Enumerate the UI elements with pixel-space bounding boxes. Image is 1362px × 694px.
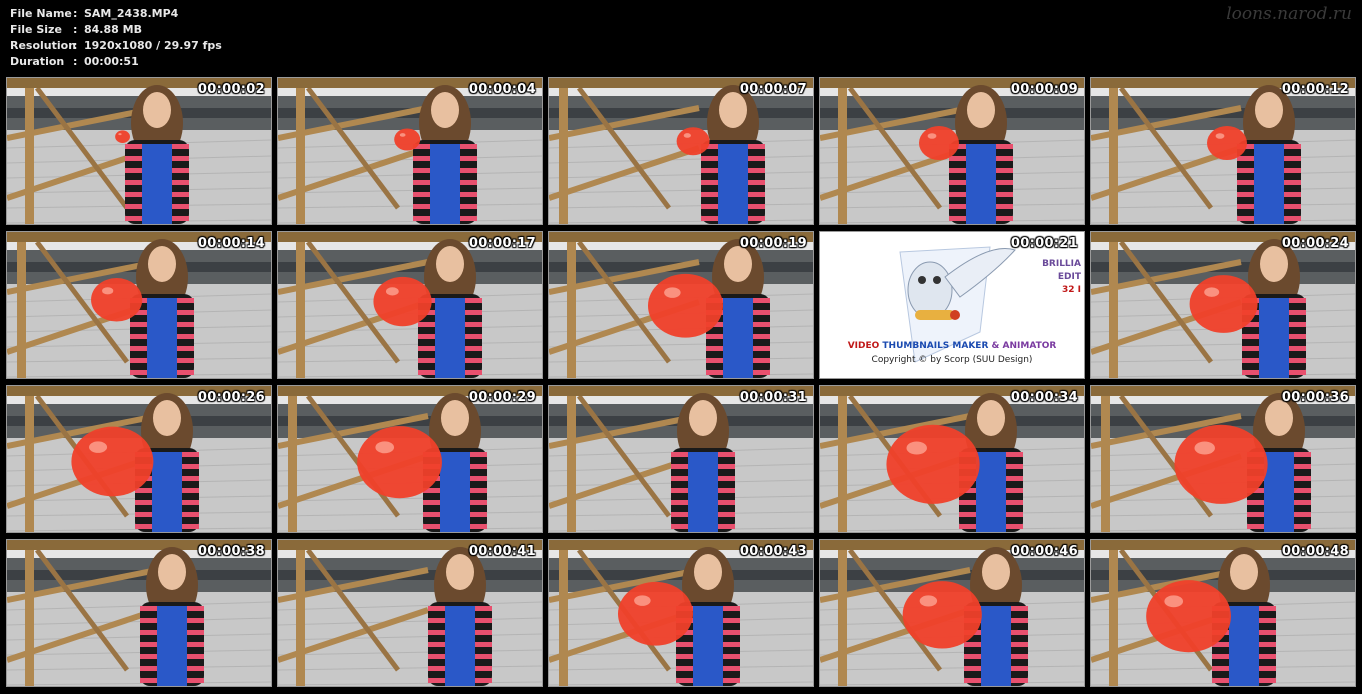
thumbnail-frame[interactable]: 00:00:43 [548, 539, 814, 687]
thumbnail-grid: 00:00:02 00:00:04 00:00:07 00:00:09 00:00:12… [0, 0, 1362, 694]
video-frame-image [549, 540, 813, 686]
thumbnail-frame[interactable]: 00:00:14 [6, 231, 272, 379]
thumbnail-timestamp: 00:00:36 [1281, 390, 1349, 405]
thumbnail-timestamp: 00:00:31 [739, 390, 807, 405]
logo-side-line: BRILLIA [1042, 259, 1081, 269]
thumbnail-timestamp: 00:00:07 [739, 82, 807, 97]
thumbnail-frame[interactable]: 00:00:02 [6, 77, 272, 225]
thumbnail-timestamp: 00:00:26 [197, 390, 265, 405]
thumbnail-timestamp: 00:00:38 [197, 544, 265, 559]
video-frame-image [1091, 78, 1355, 224]
video-frame-image [1091, 540, 1355, 686]
thumbnail-timestamp: 00:00:34 [1010, 390, 1078, 405]
thumbnail-frame[interactable]: 00:00:46 [819, 539, 1085, 687]
thumbnail-timestamp: 00:00:43 [739, 544, 807, 559]
thumbnail-timestamp: 00:00:17 [468, 236, 536, 251]
logo-title-part: THUMBNAILS MAKER [882, 341, 989, 351]
video-frame-image [7, 386, 271, 532]
thumbnail-frame[interactable]: 00:00:07 [548, 77, 814, 225]
video-frame-image [549, 232, 813, 378]
thumbnail-timestamp: 00:00:46 [1010, 544, 1078, 559]
thumbnail-frame[interactable]: 00:00:24 [1090, 231, 1356, 379]
thumbnail-frame[interactable]: 00:00:17 [277, 231, 543, 379]
thumbnail-frame[interactable]: 00:00:38 [6, 539, 272, 687]
logo-title: VIDEO THUMBNAILS MAKER & ANIMATOR [820, 341, 1084, 351]
thumbnail-frame[interactable]: 00:00:04 [277, 77, 543, 225]
video-frame-image [278, 386, 542, 532]
video-frame-image [549, 386, 813, 532]
video-frame-image [7, 78, 271, 224]
video-frame-image [549, 78, 813, 224]
video-frame-image [820, 78, 1084, 224]
video-frame-image [820, 386, 1084, 532]
video-frame-image [1091, 386, 1355, 532]
video-frame-image [278, 78, 542, 224]
thumbnail-timestamp: 00:00:41 [468, 544, 536, 559]
thumbnail-timestamp: 00:00:02 [197, 82, 265, 97]
thumbnail-timestamp: 00:00:12 [1281, 82, 1349, 97]
thumbnail-frame[interactable]: 00:00:26 [6, 385, 272, 533]
thumbnail-timestamp: 00:00:24 [1281, 236, 1349, 251]
thumbnail-frame[interactable]: 00:00:41 [277, 539, 543, 687]
thumbnail-logo-frame[interactable]: VIDEO THUMBNAILS MAKER & ANIMATOR Copyrig… [819, 231, 1085, 379]
logo-side-text: BRILLIA EDIT 32 I [1042, 258, 1081, 297]
logo-title-part: & ANIMATOR [991, 341, 1057, 351]
video-frame-image [1091, 232, 1355, 378]
video-frame-image [7, 540, 271, 686]
thumbnail-frame[interactable]: 00:00:19 [548, 231, 814, 379]
video-frame-image [7, 232, 271, 378]
logo-title-part: VIDEO [847, 341, 880, 351]
thumbnail-frame[interactable]: 00:00:29 [277, 385, 543, 533]
thumbnail-frame[interactable]: 00:00:36 [1090, 385, 1356, 533]
logo-side-line: 32 I [1061, 285, 1081, 295]
logo-copyright: Copyright © by Scorp (SUU Design) [871, 355, 1033, 365]
thumbnail-frame[interactable]: 00:00:12 [1090, 77, 1356, 225]
thumbnail-frame[interactable]: 00:00:34 [819, 385, 1085, 533]
thumbnail-timestamp: 00:00:19 [739, 236, 807, 251]
thumbnail-timestamp: 00:00:48 [1281, 544, 1349, 559]
video-frame-image [278, 232, 542, 378]
thumbnail-timestamp: 00:00:04 [468, 82, 536, 97]
logo-side-line: EDIT [1057, 272, 1081, 282]
thumbnail-timestamp: 00:00:09 [1010, 82, 1078, 97]
thumbnail-timestamp: 00:00:14 [197, 236, 265, 251]
video-frame-image [278, 540, 542, 686]
thumbnail-frame[interactable]: 00:00:09 [819, 77, 1085, 225]
video-frame-image [820, 540, 1084, 686]
thumbnail-timestamp: 00:00:21 [1010, 236, 1078, 251]
thumbnail-frame[interactable]: 00:00:48 [1090, 539, 1356, 687]
thumbnail-timestamp: 00:00:29 [468, 390, 536, 405]
thumbnail-frame[interactable]: 00:00:31 [548, 385, 814, 533]
